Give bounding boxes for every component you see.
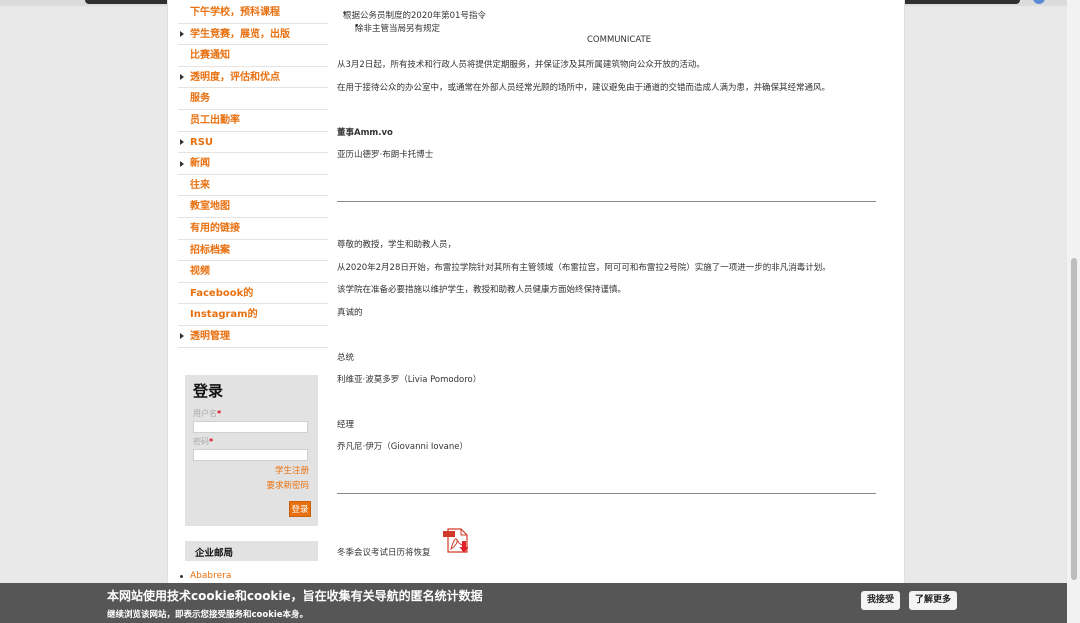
- cookie-message: 本网站使用技术cookie和cookie，旨在收集有关导航的匿名统计数据: [107, 589, 483, 603]
- sidebar-item[interactable]: Facebook的: [178, 283, 328, 305]
- scrollbar-thumb[interactable]: [1071, 258, 1077, 580]
- sidebar-item[interactable]: 视频: [178, 261, 328, 283]
- cookie-subtext: 继续浏览该网站，即表示您接受服务和cookie本身。: [107, 610, 309, 620]
- exception-bullet: 除非主管当局另有规定: [354, 22, 440, 34]
- paragraph-disinfection: 从2020年2月28日开始，布雷拉学院针对其所有主管领域（布雷拉宫，阿可可和布雷…: [337, 263, 831, 273]
- username-input[interactable]: [193, 421, 308, 433]
- sidebar-item[interactable]: Instagram的: [178, 304, 328, 326]
- password-label: 密码*: [193, 436, 213, 447]
- login-box: 登录 用户名* 密码* 学生注册 要求新密码 登录: [185, 375, 318, 526]
- sidebar-item[interactable]: 学生竞赛，展览，出版: [178, 24, 328, 46]
- sidebar-item[interactable]: 员工出勤率: [178, 110, 328, 132]
- sidebar-item[interactable]: 下午学校，预科课程: [178, 2, 328, 24]
- login-title: 登录: [193, 382, 224, 400]
- password-label-text: 密码: [193, 437, 209, 446]
- username-label: 用户名*: [193, 408, 221, 419]
- directive-bullet: 根据公务员制度的2020年第01号指令: [342, 9, 486, 21]
- required-mark: *: [209, 437, 214, 446]
- sidebar-item[interactable]: 透明度，评估和优点: [178, 67, 328, 89]
- paragraph-ventilation: 在用于接待公众的办公室中，或通常在外部人员经常光顾的场所中，建议避免由于通道的交…: [337, 83, 831, 93]
- sidebar-item[interactable]: 透明管理: [178, 326, 328, 348]
- divider: [337, 493, 876, 494]
- director-name: 亚历山德罗·布朗卡托博士: [337, 150, 434, 160]
- browser-indicator: [1033, 0, 1045, 4]
- greeting: 尊敬的教授，学生和助教人员，: [337, 240, 457, 250]
- corporate-mail-box: 企业邮局: [185, 541, 318, 561]
- sidebar-item[interactable]: 往来: [178, 175, 328, 197]
- calendar-note: 冬季会议考试日历将恢复: [337, 548, 431, 558]
- sidebar-item[interactable]: 新闻: [178, 153, 328, 175]
- page-container: 下午学校，预科课程 学生竞赛，展览，出版 比赛通知 透明度，评估和优点 服务 员工出勤率 R…: [167, 0, 905, 623]
- sidebar-item[interactable]: 服务: [178, 88, 328, 110]
- sincerely: 真诚的: [337, 308, 363, 318]
- student-register-link[interactable]: 学生注册: [275, 464, 309, 476]
- username-label-text: 用户名: [193, 409, 217, 418]
- sidebar-item[interactable]: RSU: [178, 132, 328, 154]
- accept-cookies-button[interactable]: 我接受: [861, 591, 901, 610]
- sidebar-menu: 下午学校，预科课程 学生竞赛，展览，出版 比赛通知 透明度，评估和优点 服务 员工出勤率 R…: [178, 2, 328, 348]
- president-title: 总统: [337, 353, 355, 363]
- pdf-download-icon[interactable]: [442, 527, 472, 556]
- sidebar-item[interactable]: 教室地图: [178, 196, 328, 218]
- request-new-password-link[interactable]: 要求新密码: [266, 479, 309, 491]
- cookie-banner: 本网站使用技术cookie和cookie，旨在收集有关导航的匿名统计数据 继续浏…: [0, 583, 1067, 623]
- sidebar-item[interactable]: 有用的链接: [178, 218, 328, 240]
- paragraph-services: 从3月2日起，所有技术和行政人员将提供定期服务，并保证涉及其所属建筑物向公众开放…: [337, 60, 705, 70]
- communicate-heading: COMMUNICATE: [587, 35, 652, 45]
- login-button[interactable]: 登录: [289, 501, 311, 517]
- sidebar-item[interactable]: 比赛通知: [178, 45, 328, 67]
- password-input[interactable]: [193, 449, 308, 461]
- corporate-mail-title: 企业邮局: [195, 548, 234, 559]
- president-name: 利维亚·波莫多罗（Livia Pomodoro）: [337, 375, 482, 385]
- learn-more-button[interactable]: 了解更多: [909, 591, 958, 610]
- required-mark: *: [217, 409, 222, 418]
- sidebar-item[interactable]: 招标档案: [178, 240, 328, 262]
- manager-name: 乔凡尼·伊万（Giovanni Iovane）: [337, 442, 468, 452]
- mail-list-item[interactable]: Ababrera: [179, 571, 231, 581]
- divider: [337, 201, 876, 202]
- manager-title: 经理: [337, 420, 355, 430]
- paragraph-health: 该学院在准备必要措施以维护学生，教授和助教人员健康方面始终保持谨慎。: [337, 285, 627, 295]
- director-title: 董事Amm.vo: [337, 128, 393, 138]
